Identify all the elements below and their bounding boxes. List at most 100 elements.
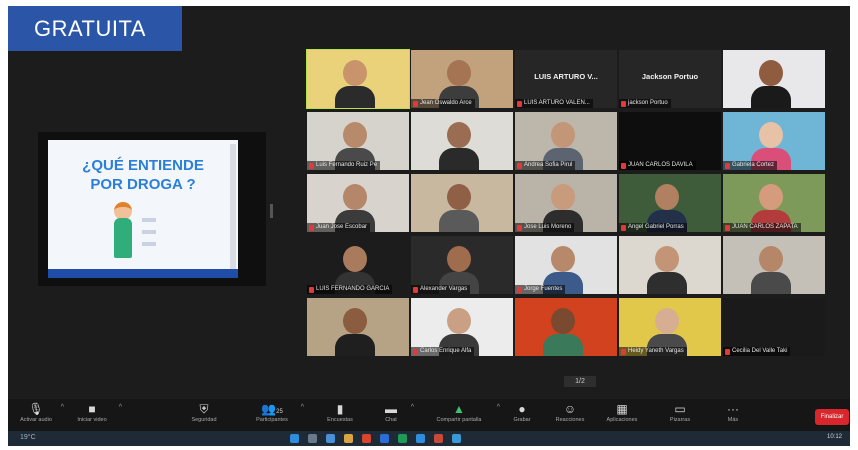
participant-video [751, 60, 791, 108]
participant-video [543, 308, 583, 356]
participant-name: Gabriela Cortez [732, 162, 775, 168]
end-meeting-button[interactable]: Finalizar [815, 409, 849, 425]
participant-tile[interactable]: Andrea Sofia Pirul [515, 112, 617, 170]
chevron-up-icon[interactable]: ^ [301, 404, 304, 411]
participant-head [551, 246, 575, 272]
participant-tile[interactable] [411, 174, 513, 232]
participant-name: Jorge Fuentes [524, 286, 563, 292]
participant-tile[interactable] [619, 236, 721, 294]
resize-handle[interactable] [270, 204, 273, 218]
participant-tile[interactable] [411, 112, 513, 170]
mic-muted-icon [309, 286, 314, 293]
participant-video [439, 184, 479, 232]
participant-tile[interactable] [723, 50, 825, 108]
windows-start-icon[interactable] [290, 434, 299, 443]
participant-name: Cecilia Del Valle Taki [732, 348, 788, 354]
folder-icon[interactable] [344, 434, 353, 443]
participant-tile[interactable] [515, 298, 617, 356]
powerpoint-icon[interactable] [434, 434, 443, 443]
whiteboard-button[interactable]: ▭ Pizarras [662, 402, 698, 430]
security-button[interactable]: ⛨ Seguridad [184, 402, 224, 430]
mic-muted-icon [309, 162, 314, 169]
participant-name: Heidy Yaneth Vargas [628, 348, 684, 354]
participant-head [343, 184, 367, 210]
participant-name-bar: Angel Gabriel Porras [619, 223, 687, 232]
participant-name-bar: Andrea Sofia Pirul [515, 161, 576, 170]
participant-tile[interactable]: Jackson Portuo jackson Portuo [619, 50, 721, 108]
participant-tile[interactable]: JUAN CARLOS DAVILA [619, 112, 721, 170]
participant-body [439, 148, 479, 170]
windows-taskbar: 19°C 10:12 [8, 431, 850, 446]
share-screen-icon: ▲ [453, 402, 465, 416]
participant-name-bar: JUAN CARLOS ZAPATA [723, 223, 801, 232]
mic-muted-icon [725, 348, 730, 355]
excel-icon[interactable] [398, 434, 407, 443]
bar-chart-icon: ▮ [336, 402, 344, 416]
participant-tile[interactable]: Juan Jose Escobar [307, 174, 409, 232]
word-icon[interactable] [380, 434, 389, 443]
zoom-icon[interactable] [416, 434, 425, 443]
browser-icon[interactable] [326, 434, 335, 443]
participant-name-bar: Gabriela Cortez [723, 161, 778, 170]
reactions-button[interactable]: ☺ Reacciones [550, 402, 590, 430]
participant-tile[interactable] [723, 236, 825, 294]
participant-body [647, 272, 687, 294]
participant-tile[interactable]: Jose Luis Moreno [515, 174, 617, 232]
mute-button[interactable]: 🎙 Activar audio ^ [16, 402, 64, 430]
mic-muted-icon [621, 348, 626, 355]
participant-tile[interactable]: LUIS FERNANDO GARCIA [307, 236, 409, 294]
chevron-up-icon[interactable]: ^ [61, 404, 64, 411]
participant-name-bar: Heidy Yaneth Vargas [619, 347, 687, 356]
participant-tile[interactable] [307, 298, 409, 356]
apps-icon: ▦ [616, 402, 628, 416]
participant-head [551, 308, 575, 334]
chat-button[interactable]: ▬ Chat ^ [376, 402, 414, 430]
participant-name: JUAN CARLOS DAVILA [628, 162, 693, 168]
participant-tile[interactable]: Angel Gabriel Porras [619, 174, 721, 232]
polls-button[interactable]: ▮ Encuestas [320, 402, 360, 430]
participant-tile[interactable]: Heidy Yaneth Vargas [619, 298, 721, 356]
presentation-slide: ¿QUÉ ENTIENDE POR DROGA ? [48, 140, 238, 278]
chevron-up-icon[interactable]: ^ [497, 404, 500, 411]
participant-body [335, 86, 375, 108]
participant-tile[interactable]: JUAN CARLOS ZAPATA [723, 174, 825, 232]
chrome-icon[interactable] [362, 434, 371, 443]
participant-head [343, 60, 367, 86]
participant-name: Juan Jose Escobar [316, 224, 368, 230]
search-icon[interactable] [308, 434, 317, 443]
participant-head [759, 60, 783, 86]
participant-name-bar: Jorge Fuentes [515, 285, 566, 294]
participant-tile[interactable]: Cecilia Del Valle Taki [723, 298, 825, 356]
participant-name-bar: Alexander Vargas [411, 285, 471, 294]
mic-muted-icon [413, 348, 418, 355]
participant-tile[interactable]: Jorge Fuentes [515, 236, 617, 294]
record-button[interactable]: ● Grabar [506, 402, 538, 430]
app-icon[interactable] [452, 434, 461, 443]
participant-head [447, 246, 471, 272]
share-screen-button[interactable]: ▲ Compartir pantalla ^ [426, 402, 500, 430]
gallery-page-indicator[interactable]: 1/2 [564, 376, 596, 387]
video-button[interactable]: ■ Iniciar video ^ [70, 402, 122, 430]
participant-tile[interactable]: Luis Fernando Ruiz Pe [307, 112, 409, 170]
participant-tile[interactable]: Jean Oswaldo Arce [411, 50, 513, 108]
participant-tile[interactable]: Carlos Enrique Alfa [411, 298, 513, 356]
participant-tile[interactable] [306, 49, 410, 109]
mic-muted-icon [413, 286, 418, 293]
apps-button[interactable]: ▦ Aplicaciones [600, 402, 644, 430]
participant-head [447, 122, 471, 148]
participant-video [647, 246, 687, 294]
participant-head [343, 308, 367, 334]
mic-muted-icon [725, 224, 730, 231]
participant-name: jackson Portuo [628, 100, 668, 106]
participant-head [447, 308, 471, 334]
more-button[interactable]: ··· Más [718, 402, 748, 430]
participant-tile[interactable]: Gabriela Cortez [723, 112, 825, 170]
participant-tile[interactable]: Alexander Vargas [411, 236, 513, 294]
participant-display-name: LUIS ARTURO V... [534, 72, 598, 81]
mic-muted-icon [517, 100, 522, 107]
chevron-up-icon[interactable]: ^ [411, 404, 414, 411]
participant-tile[interactable]: LUIS ARTURO V... LUIS ARTURO VALEN... [515, 50, 617, 108]
chevron-up-icon[interactable]: ^ [119, 404, 122, 411]
participant-name: LUIS ARTURO VALEN... [524, 100, 590, 106]
participants-button[interactable]: 👥25 Participantes ^ [248, 402, 304, 430]
